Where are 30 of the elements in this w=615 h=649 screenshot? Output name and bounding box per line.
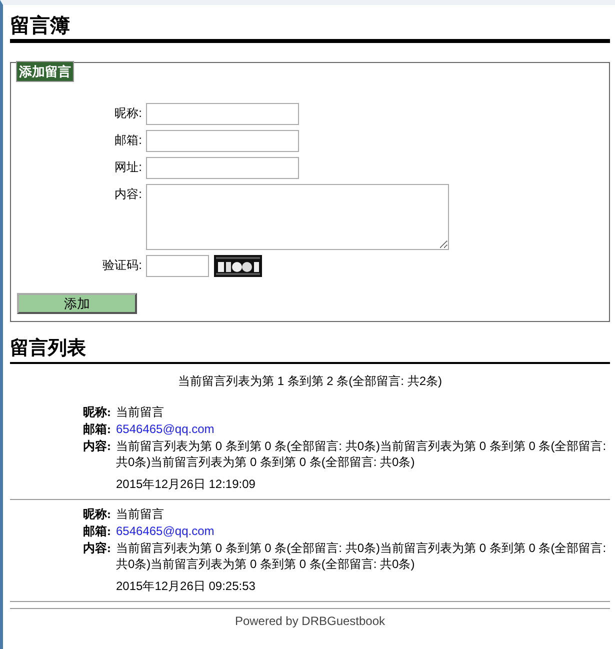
footer-text: Powered by DRBGuestbook bbox=[10, 608, 610, 630]
field-label: 邮箱: bbox=[114, 132, 143, 149]
email-link[interactable]: 6546465@qq.com bbox=[116, 524, 214, 538]
form-legend: 添加留言 bbox=[16, 61, 74, 82]
nickname-text: 当前留言 bbox=[116, 507, 164, 521]
captcha-field[interactable] bbox=[146, 255, 209, 277]
timestamp: 2015年12月26日 09:25:53 bbox=[115, 578, 256, 595]
field-label: 验证码: bbox=[102, 257, 143, 274]
field-label: 邮箱: bbox=[82, 523, 112, 539]
field-label: 内容: bbox=[82, 540, 112, 557]
nickname-text: 当前留言 bbox=[116, 405, 164, 419]
field-label: 内容: bbox=[82, 438, 112, 455]
field-label: 内容: bbox=[114, 186, 143, 203]
message-text: 当前留言列表为第 0 条到第 0 条(全部留言: 共0条)当前留言列表为第 0 条到第 0 条(全部留言: 共0条)当前留言列表为第 0 条到第 0 条(全部留言: 共0条) bbox=[116, 439, 606, 469]
field-label: 昵称: bbox=[82, 506, 112, 522]
input-field[interactable] bbox=[146, 157, 299, 179]
section-title: 留言列表 bbox=[10, 336, 87, 361]
field-label: 邮箱: bbox=[82, 421, 112, 437]
list-summary: 当前留言列表为第 1 条到第 2 条(全部留言: 共2条) bbox=[176, 373, 444, 390]
submit-button[interactable]: 添加 bbox=[17, 293, 137, 314]
field-label: 网址: bbox=[114, 159, 143, 176]
message-text: 当前留言列表为第 0 条到第 0 条(全部留言: 共0条)当前留言列表为第 0 条到第 0 条(全部留言: 共0条)当前留言列表为第 0 条到第 0 条(全部留言: 共0条) bbox=[116, 541, 606, 571]
page-title: 留言簿 bbox=[10, 14, 71, 39]
field-label: 昵称: bbox=[114, 105, 143, 122]
input-field[interactable] bbox=[146, 103, 299, 125]
field-label: 昵称: bbox=[82, 404, 112, 420]
timestamp: 2015年12月26日 12:19:09 bbox=[115, 476, 256, 493]
content-field[interactable] bbox=[146, 184, 449, 250]
email-link[interactable]: 6546465@qq.com bbox=[116, 422, 214, 436]
input-field[interactable] bbox=[146, 130, 299, 152]
